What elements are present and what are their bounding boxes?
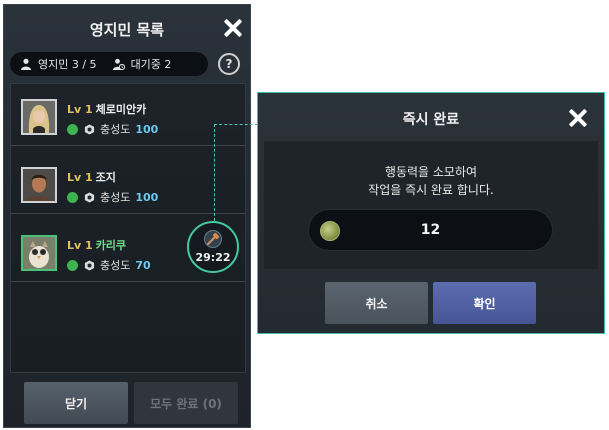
dialog-title: 즉시 완료 [402, 112, 460, 128]
man-avatar [21, 167, 57, 203]
settler-level: Lv 1 카리쿠 [67, 239, 127, 252]
settler-status-bar: 영지민 3 / 5 대기중 2 [10, 52, 208, 76]
settler-level: Lv 1 체로미안카 [67, 103, 147, 116]
complete-all-button[interactable]: 모두 완료 (0) [134, 382, 238, 424]
loyalty-value: 100 [135, 190, 159, 204]
settler-count: 영지민 3 / 5 [38, 58, 97, 71]
mood-icon [67, 191, 78, 203]
settler-name: 카리쿠 [95, 239, 127, 252]
loyalty-value: 70 [135, 258, 151, 272]
person-icon [21, 58, 31, 70]
settler-name: 체로미안카 [95, 103, 147, 116]
mood-icon [67, 259, 78, 271]
close-icon[interactable] [223, 18, 243, 38]
settler-row[interactable]: Lv 1 체로미안카 충성도 100 [11, 84, 245, 146]
settler-level: Lv 1 조지 [67, 171, 116, 184]
confirm-button[interactable]: 확인 [433, 282, 536, 324]
connector-line [214, 124, 258, 221]
settler-row[interactable]: Lv 1 조지 충성도 100 [11, 152, 245, 214]
hammer-icon [204, 230, 222, 248]
timer-text: 29:22 [195, 251, 231, 264]
close-icon[interactable] [568, 108, 588, 128]
loyalty-icon [84, 191, 95, 203]
loyalty-icon [84, 259, 95, 271]
loyalty-value: 100 [135, 122, 159, 136]
loyalty-icon [84, 123, 95, 135]
waiting-person-icon [112, 58, 125, 70]
waiting-count: 대기중 2 [130, 58, 172, 71]
help-button[interactable]: ? [218, 53, 240, 75]
close-button[interactable]: 닫기 [24, 382, 128, 424]
dialog-message: 행동력을 소모하여 작업을 즉시 완료 합니다. [368, 165, 494, 197]
work-timer-button[interactable]: 29:22 [187, 221, 239, 273]
cancel-button[interactable]: 취소 [325, 282, 428, 324]
settler-stats: 충성도 100 [67, 189, 158, 205]
blonde-woman-avatar [21, 99, 57, 135]
mood-icon [67, 123, 78, 135]
cost-display: 12 [308, 209, 553, 251]
instant-complete-dialog: 즉시 완료 행동력을 소모하여 작업을 즉시 완료 합니다. 12 취소 확인 [257, 92, 605, 334]
cost-value: 12 [420, 222, 441, 238]
settler-name: 조지 [95, 171, 116, 184]
settler-stats: 충성도 100 [67, 121, 158, 137]
owl-creature-avatar [21, 235, 57, 271]
panel-title: 영지민 목록 [89, 21, 165, 39]
settler-stats: 충성도 70 [67, 257, 151, 273]
